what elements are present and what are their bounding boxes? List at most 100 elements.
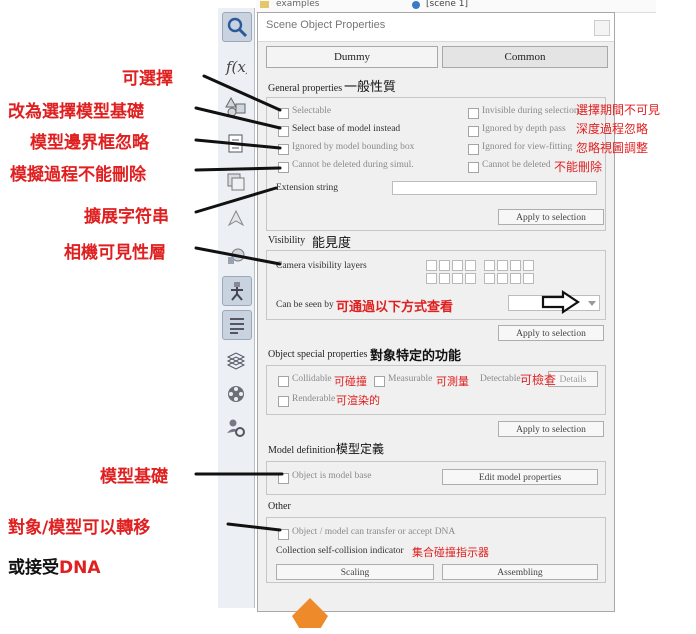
collidable-checkbox[interactable] [278,376,289,387]
measurable-label: Measurable [388,374,433,384]
annot-select-base: 改為選擇模型基礎 [8,102,144,122]
annot-camera-layers: 相機可見性層 [64,243,166,263]
special-properties-title: Object special properties [268,349,368,360]
light-button[interactable] [222,242,250,270]
annot-model-def: 模型定義 [336,442,385,456]
ignore-depth-label: Ignored by depth pass [482,124,566,134]
pointer-icon [227,209,245,227]
document-button[interactable] [222,130,250,158]
annot-model-base: 模型基礎 [100,467,168,487]
annot-dna-suffix: DNA [59,558,101,578]
layers-icon [227,173,245,191]
other-title: Other [268,501,291,512]
list-button[interactable] [222,310,252,340]
camera-layer-box[interactable] [452,260,463,271]
assembling-button[interactable]: Assembling [442,564,598,580]
ignore-bbox-checkbox[interactable] [278,144,289,155]
cannot-delete-label: Cannot be deleted [482,160,551,170]
visibility-apply-button[interactable]: Apply to selection [498,325,604,341]
cannot-delete-sim-label: Cannot be deleted during simul. [292,160,414,170]
tree-item-scene[interactable]: [scene 1] [426,0,468,9]
camera-layer-box[interactable] [426,273,437,284]
cannot-delete-checkbox[interactable] [468,162,479,173]
renderable-checkbox[interactable] [278,396,289,407]
tree-item-examples[interactable]: examples [276,0,319,9]
ignore-depth-checkbox[interactable] [468,126,479,137]
model-base-checkbox[interactable] [278,473,289,484]
collision-indicator-label: Collection self-collision indicator [276,546,404,556]
selectable-checkbox[interactable] [278,108,289,119]
general-properties-title: General properties [268,83,343,94]
cannot-delete-sim-checkbox[interactable] [278,162,289,173]
svg-text:f(x): f(x) [225,58,247,76]
magnifier-button[interactable] [222,12,252,42]
ignore-viewfit-label: Ignored for view-fitting [482,142,573,152]
annot-seen-by: 可通過以下方式查看 [336,300,454,315]
shapes-button[interactable] [222,92,250,120]
annot-general: 一般性質 [344,80,397,95]
seen-by-dropdown[interactable] [508,295,600,311]
annot-invisible-selection: 選擇期間不可見 [576,103,661,117]
scaling-button[interactable]: Scaling [276,564,434,580]
camera-layer-box[interactable] [439,260,450,271]
invisible-selection-label: Invisible during selection [482,106,579,116]
annot-renderable: 可渲染的 [336,394,380,407]
camera-layer-box[interactable] [465,260,476,271]
ignore-viewfit-checkbox[interactable] [468,144,479,155]
camera-layer-box[interactable] [497,273,508,284]
left-toolbar: f(x) [218,8,255,608]
close-button[interactable] [594,20,610,36]
camera-layer-box[interactable] [484,273,495,284]
scene-icon [412,1,420,9]
user-gear-icon [227,419,245,437]
special-apply-button[interactable]: Apply to selection [498,421,604,437]
chevron-down-icon [588,301,596,306]
measurable-checkbox[interactable] [374,376,385,387]
stack-button[interactable] [222,346,250,374]
visibility-title: Visibility [268,235,306,246]
shapes-icon [225,96,246,117]
extension-string-input[interactable] [392,181,597,195]
camera-layer-box[interactable] [523,260,534,271]
magnifier-icon [227,17,248,38]
select-base-checkbox[interactable] [278,126,289,137]
camera-layer-box[interactable] [523,273,534,284]
general-apply-button[interactable]: Apply to selection [498,209,604,225]
camera-layer-box[interactable] [484,260,495,271]
annot-dna-line2: 或接受DNA [8,553,101,578]
robot-button[interactable] [222,276,252,306]
camera-layer-grid [426,260,546,286]
annot-collidable: 可碰撞 [334,375,367,388]
annot-selectable: 可選擇 [122,69,173,89]
edit-model-button[interactable]: Edit model properties [442,469,598,485]
layers-button[interactable] [222,168,250,196]
dna-checkbox[interactable] [278,529,289,540]
annot-collision: 集合碰撞指示器 [412,546,489,559]
annot-view-fit: 忽略視圖調整 [576,141,649,155]
invisible-selection-checkbox[interactable] [468,108,479,119]
annot-no-delete: 不能刪除 [554,160,603,174]
film-button[interactable] [222,380,250,408]
extension-string-label: Extension string [276,183,339,193]
function-button[interactable]: f(x) [222,52,250,80]
camera-layer-box[interactable] [465,273,476,284]
annot-depth: 深度過程忽略 [576,122,649,136]
camera-layer-box[interactable] [452,273,463,284]
annot-detectable: 可檢查 [520,373,557,387]
film-reel-icon [228,386,244,402]
light-icon [228,248,245,264]
camera-layer-box[interactable] [497,260,508,271]
pointer-button[interactable] [222,204,250,232]
user-settings-button[interactable] [222,414,250,442]
tab-common[interactable]: Common [442,46,608,68]
annot-extension: 擴展字符串 [84,207,169,227]
tab-dummy[interactable]: Dummy [266,46,438,68]
camera-layer-box[interactable] [510,273,521,284]
camera-layer-box[interactable] [510,260,521,271]
select-base-label: Select base of model instead [292,124,401,134]
camera-layer-box[interactable] [439,273,450,284]
annot-ignore-bbox: 模型邊界框忽略 [30,133,149,153]
robot-icon [231,282,243,301]
camera-layer-box[interactable] [426,260,437,271]
model-base-label: Object is model base [292,471,372,481]
